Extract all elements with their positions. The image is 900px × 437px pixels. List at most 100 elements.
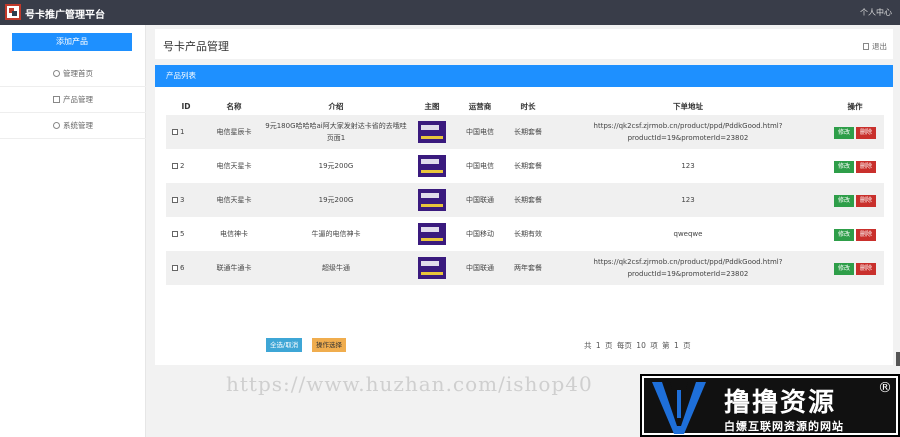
row-intro: 超级牛通 [322, 264, 350, 272]
col-header-actions: 操作 [847, 101, 863, 111]
row-checkbox[interactable] [172, 197, 178, 203]
home-icon [53, 70, 60, 77]
batch-action-button[interactable]: 操作选择 [312, 338, 346, 352]
edit-button[interactable]: 修改 [833, 160, 854, 173]
brand-title: 撸撸资源 [724, 388, 837, 418]
product-thumbnail [418, 257, 446, 279]
row-url: qweqwe [673, 230, 703, 238]
sidebar-item-label: 系统管理 [63, 121, 93, 130]
sidebar: 添加产品 管理首页 产品管理 系统管理 [0, 25, 146, 437]
table-row: 5 电信神卡 牛逼的电信神卡 中国移动 长期有效 qweqwe 修改 删除 [166, 217, 884, 251]
row-name: 电信天星卡 [216, 196, 252, 204]
sidebar-item-products[interactable]: 产品管理 [0, 87, 146, 113]
table-row: 1 电信星辰卡 9元180G哈哈哈ai阿大家发射达卡省的去哦哇 页面1 中国电信 … [166, 115, 884, 149]
row-intro: 19元200G [318, 196, 354, 204]
row-intro: 牛逼的电信神卡 [311, 230, 361, 238]
edit-button[interactable]: 修改 [833, 126, 854, 139]
product-thumbnail [418, 189, 446, 211]
top-bar: 号卡推广管理平台 个人中心 [0, 0, 900, 25]
row-duration: 两年套餐 [514, 264, 542, 272]
col-header-carrier: 运营商 [468, 101, 492, 111]
row-intro: 19元200G [318, 162, 354, 170]
select-all-button[interactable]: 全选/取消 [266, 338, 303, 352]
sidebar-item-label: 产品管理 [63, 95, 93, 104]
col-header-url: 下单地址 [673, 101, 703, 111]
brand-subtitle: 白嫖互联网资源的网站 [724, 420, 844, 433]
scrollbar[interactable] [896, 352, 900, 366]
table-row: 2 电信天星卡 19元200G 中国电信 长期套餐 123 修改 删除 [166, 149, 884, 183]
row-duration: 长期套餐 [514, 162, 542, 170]
edit-button[interactable]: 修改 [833, 194, 854, 207]
user-center-link[interactable]: 个人中心 [860, 7, 892, 18]
delete-button[interactable]: 删除 [856, 126, 877, 139]
edit-button[interactable]: 修改 [833, 228, 854, 241]
row-url: 123 [681, 162, 695, 170]
table-row: 6 联通牛通卡 超级牛通 中国联通 两年套餐 https://qk2csf.zj… [166, 251, 884, 285]
app-title: 号卡推广管理平台 [25, 10, 105, 21]
row-carrier: 中国联通 [466, 196, 494, 204]
row-duration: 长期套餐 [514, 196, 542, 204]
product-thumbnail [418, 155, 446, 177]
col-header-image: 主图 [424, 101, 440, 111]
row-intro-line: 9元180G哈哈哈ai阿大家发射达卡省的去哦哇 [265, 122, 407, 130]
sidebar-nav: 管理首页 产品管理 系统管理 [0, 61, 146, 139]
row-carrier: 中国电信 [466, 162, 494, 170]
page-title: 号卡产品管理 [163, 40, 229, 53]
table-header-row: ID 名称 介绍 主图 运营商 时长 下单地址 操作 [166, 97, 884, 115]
delete-button[interactable]: 删除 [856, 160, 877, 173]
row-name: 联通牛通卡 [216, 264, 252, 272]
col-header-intro: 介绍 [328, 101, 344, 111]
sidebar-item-home[interactable]: 管理首页 [0, 61, 146, 87]
pagination: 共 1 页 每页 10 项 第 1 页 [584, 341, 691, 350]
row-duration: 长期套餐 [514, 128, 542, 136]
row-checkbox[interactable] [172, 129, 178, 135]
delete-button[interactable]: 删除 [856, 262, 877, 275]
row-carrier: 中国电信 [466, 128, 494, 136]
row-name: 电信神卡 [220, 230, 248, 238]
product-thumbnail [418, 223, 446, 245]
page-header: 号卡产品管理 退出 [155, 29, 893, 59]
row-id: 2 [180, 162, 185, 170]
row-id: 3 [180, 196, 185, 204]
row-checkbox[interactable] [172, 265, 178, 271]
logout-icon [863, 43, 869, 50]
row-id: 5 [180, 230, 185, 238]
row-url: https://qk2csf.zjrmob.cn/product/ppd/Pdd… [593, 122, 783, 142]
product-thumbnail [418, 121, 446, 143]
col-header-duration: 时长 [520, 101, 536, 111]
brand-watermark: 撸撸资源 ® 白嫖互联网资源的网站 [640, 374, 900, 437]
row-intro: 9元180G哈哈哈ai阿大家发射达卡省的去哦哇 页面1 [262, 115, 410, 149]
delete-button[interactable]: 删除 [856, 194, 877, 207]
user-icon [53, 122, 60, 129]
product-table: ID 名称 介绍 主图 运营商 时长 下单地址 操作 1 电信星辰卡 9元180… [166, 97, 884, 285]
sidebar-item-system[interactable]: 系统管理 [0, 113, 146, 139]
registered-mark: ® [878, 380, 892, 396]
row-intro-line: 页面1 [326, 134, 346, 142]
row-id: 6 [180, 264, 185, 272]
table-footer: 全选/取消 操作选择 共 1 页 每页 10 项 第 1 页 [155, 337, 893, 353]
col-header-name: 名称 [226, 101, 242, 111]
edit-icon [53, 96, 60, 103]
product-list-card: 产品列表 ID 名称 介绍 主图 运营商 时长 下单地址 操作 1 电信星辰卡 … [155, 65, 893, 365]
row-name: 电信星辰卡 [216, 128, 252, 136]
edit-button[interactable]: 修改 [833, 262, 854, 275]
row-carrier: 中国移动 [466, 230, 494, 238]
delete-button[interactable]: 删除 [856, 228, 877, 241]
row-id: 1 [180, 128, 185, 136]
logout-label: 退出 [872, 42, 887, 51]
col-header-id: ID [181, 101, 191, 111]
table-row: 3 电信天星卡 19元200G 中国联通 长期套餐 123 修改 删除 [166, 183, 884, 217]
card-title: 产品列表 [155, 65, 893, 87]
add-product-button[interactable]: 添加产品 [12, 33, 132, 51]
row-checkbox[interactable] [172, 163, 178, 169]
watermark-url: https://www.huzhan.com/ishop40 [226, 372, 593, 396]
row-duration: 长期有效 [514, 230, 542, 238]
row-name: 电信天星卡 [216, 162, 252, 170]
row-url: https://qk2csf.zjrmob.cn/product/ppd/Pdd… [593, 258, 783, 278]
row-url: 123 [681, 196, 695, 204]
brand-logo-icon [652, 382, 706, 434]
row-carrier: 中国联通 [466, 264, 494, 272]
logout-link[interactable]: 退出 [863, 41, 887, 52]
sidebar-item-label: 管理首页 [63, 69, 93, 78]
row-checkbox[interactable] [172, 231, 178, 237]
